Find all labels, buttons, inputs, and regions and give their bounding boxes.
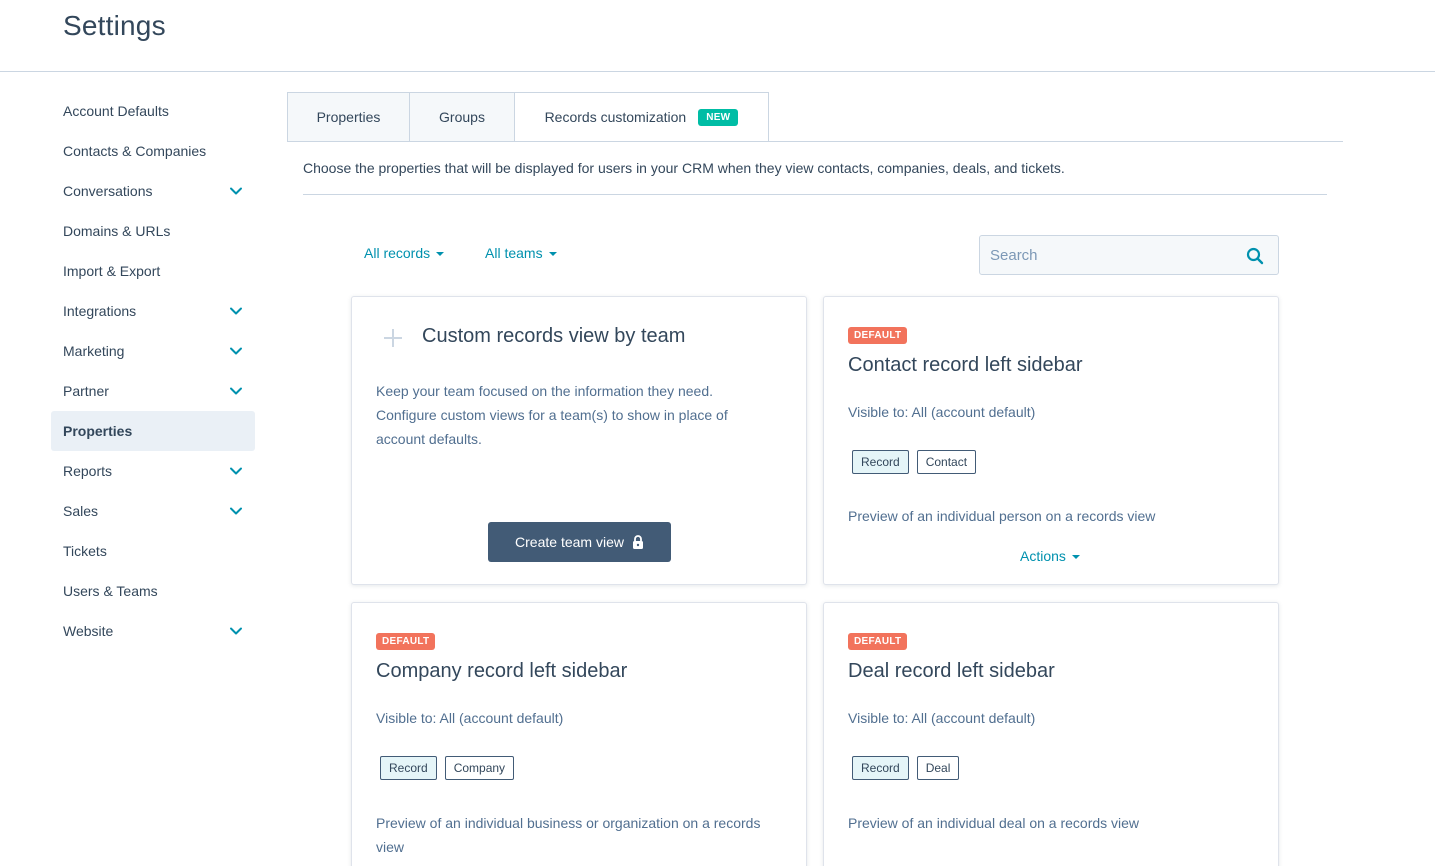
- default-badge: DEFAULT: [376, 633, 436, 650]
- sidebar-item-label: Account Defaults: [63, 103, 169, 119]
- sidebar-item-label: Website: [63, 623, 114, 639]
- sidebar-item-contacts-companies[interactable]: Contacts & Companies: [51, 131, 255, 171]
- custom-records-view-card: Custom records view by team Keep your te…: [351, 296, 807, 585]
- tab-label: Groups: [439, 109, 485, 125]
- actions-dropdown[interactable]: Actions: [1020, 548, 1080, 564]
- sidebar-item-partner[interactable]: Partner: [51, 371, 255, 411]
- deal-record-card: DEFAULT Deal record left sidebar Visible…: [823, 602, 1279, 866]
- sidebar-item-sales[interactable]: Sales: [51, 491, 255, 531]
- sidebar-item-label: Domains & URLs: [63, 223, 171, 239]
- chevron-down-icon[interactable]: [229, 504, 243, 518]
- visibility-text: Visible to: All (account default): [376, 710, 564, 726]
- lock-icon: [632, 535, 643, 549]
- sidebar-item-domains-urls[interactable]: Domains & URLs: [51, 211, 255, 251]
- sidebar-item-label: Properties: [63, 423, 133, 439]
- visibility-text: Visible to: All (account default): [848, 404, 1036, 420]
- actions-label: Actions: [1020, 548, 1066, 564]
- object-tag: Contact: [916, 450, 977, 474]
- sidebar-item-label: Sales: [63, 503, 99, 519]
- all-teams-dropdown[interactable]: All teams: [485, 245, 557, 261]
- sidebar-item-marketing[interactable]: Marketing: [51, 331, 255, 371]
- sidebar-item-label: Conversations: [63, 183, 153, 199]
- sidebar-item-label: Integrations: [63, 303, 137, 319]
- search-input[interactable]: [980, 236, 1240, 274]
- sidebar-item-label: Tickets: [63, 543, 107, 559]
- default-badge: DEFAULT: [848, 633, 908, 650]
- chevron-down-icon[interactable]: [229, 304, 243, 318]
- sidebar-item-website[interactable]: Website: [51, 611, 255, 651]
- preview-text: Preview of an individual person on a rec…: [848, 508, 1156, 524]
- search-box: [979, 235, 1279, 275]
- chevron-down-icon[interactable]: [229, 384, 243, 398]
- sidebar-item-conversations[interactable]: Conversations: [51, 171, 255, 211]
- sidebar-item-reports[interactable]: Reports: [51, 451, 255, 491]
- sidebar-item-properties[interactable]: Properties: [51, 411, 255, 451]
- tab-records-customization[interactable]: Records customization NEW: [514, 92, 769, 142]
- card-title: Deal record left sidebar: [848, 660, 1055, 682]
- properties-tabs: Properties Groups Records customization N…: [287, 92, 769, 142]
- tab-label: Properties: [316, 109, 381, 125]
- dropdown-label: All records: [364, 245, 431, 261]
- card-description: Keep your team focused on the informatio…: [376, 383, 728, 447]
- sidebar-item-integrations[interactable]: Integrations: [51, 291, 255, 331]
- sidebar-item-account-defaults[interactable]: Account Defaults: [51, 91, 255, 131]
- chevron-down-icon[interactable]: [229, 464, 243, 478]
- sidebar-item-label: Marketing: [63, 343, 125, 359]
- sidebar-item-label: Users & Teams: [63, 583, 158, 599]
- tag-row: Record Company: [380, 756, 515, 780]
- sidebar-item-label: Partner: [63, 383, 109, 399]
- card-title: Company record left sidebar: [376, 660, 628, 682]
- preview-text: Preview of an individual deal on a recor…: [848, 815, 1140, 831]
- sidebar-item-label: Contacts & Companies: [63, 143, 207, 159]
- tab-label: Records customization: [544, 109, 687, 125]
- settings-sidebar: Account Defaults Contacts & Companies Co…: [51, 91, 255, 651]
- caret-down-icon: [548, 252, 557, 256]
- caret-down-icon: [436, 252, 445, 256]
- create-team-view-button[interactable]: Create team view: [488, 522, 671, 562]
- record-tag: Record: [380, 756, 437, 780]
- plus-icon: [384, 329, 402, 347]
- card-title: Contact record left sidebar: [848, 354, 1083, 376]
- chevron-down-icon[interactable]: [229, 344, 243, 358]
- dropdown-label: All teams: [485, 245, 543, 261]
- sidebar-item-tickets[interactable]: Tickets: [51, 531, 255, 571]
- preview-text: Preview of an individual business or org…: [376, 815, 761, 855]
- tag-row: Record Deal: [852, 756, 960, 780]
- description-divider: [303, 194, 1327, 195]
- record-tag: Record: [852, 450, 909, 474]
- new-badge: NEW: [698, 108, 739, 126]
- tab-groups[interactable]: Groups: [409, 92, 514, 142]
- page-title: Settings: [63, 10, 166, 41]
- record-tag: Record: [852, 756, 909, 780]
- card-title: Custom records view by team: [422, 325, 686, 347]
- sidebar-item-users-teams[interactable]: Users & Teams: [51, 571, 255, 611]
- sidebar-item-label: Reports: [63, 463, 113, 479]
- visibility-text: Visible to: All (account default): [848, 710, 1036, 726]
- sidebar-item-import-export[interactable]: Import & Export: [51, 251, 255, 291]
- settings-header: Settings: [0, 0, 1435, 72]
- contact-record-card: DEFAULT Contact record left sidebar Visi…: [823, 296, 1279, 585]
- tab-properties[interactable]: Properties: [287, 92, 409, 142]
- company-record-card: DEFAULT Company record left sidebar Visi…: [351, 602, 807, 866]
- caret-down-icon: [1071, 555, 1080, 559]
- object-tag: Deal: [916, 756, 960, 780]
- search-icon[interactable]: [1246, 247, 1264, 265]
- object-tag: Company: [444, 756, 515, 780]
- chevron-down-icon[interactable]: [229, 624, 243, 638]
- tab-divider: [287, 141, 1343, 142]
- tag-row: Record Contact: [852, 450, 977, 474]
- sidebar-item-label: Import & Export: [63, 263, 161, 279]
- button-label: Create team view: [515, 534, 624, 550]
- chevron-down-icon[interactable]: [229, 184, 243, 198]
- page-description: Choose the properties that will be displ…: [303, 160, 1065, 176]
- all-records-dropdown[interactable]: All records: [364, 245, 445, 261]
- default-badge: DEFAULT: [848, 327, 908, 344]
